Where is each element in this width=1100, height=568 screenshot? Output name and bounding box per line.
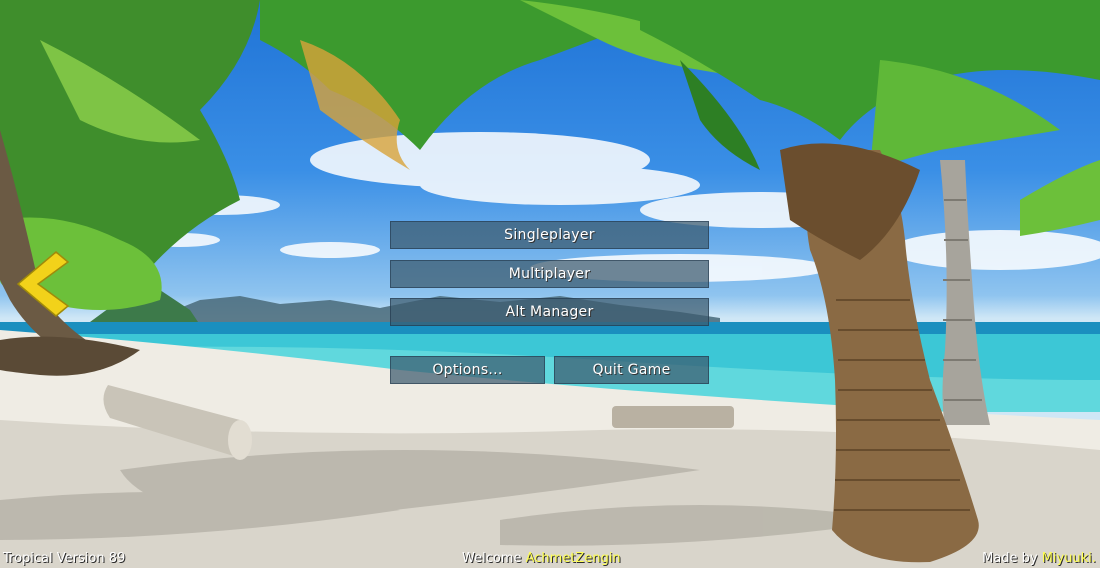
made-by-prefix: Made by	[982, 551, 1038, 566]
singleplayer-button[interactable]: Singleplayer	[390, 221, 709, 249]
welcome-prefix: Welcome	[462, 551, 522, 566]
alt-manager-button[interactable]: Alt Manager	[390, 298, 709, 326]
multiplayer-button[interactable]: Multiplayer	[390, 260, 709, 288]
welcome-message: Welcome AchmetZengin	[462, 551, 621, 566]
author-label: Miyuuki.	[1041, 551, 1096, 566]
username-label: AchmetZengin	[525, 551, 621, 566]
title-screen: Singleplayer Multiplayer Alt Manager Opt…	[0, 0, 1100, 568]
back-chevron-icon[interactable]	[16, 250, 70, 318]
version-label: Tropical Version 89	[3, 551, 126, 566]
credits-label: Made by Miyuuki.	[982, 551, 1096, 566]
quit-game-button[interactable]: Quit Game	[554, 356, 709, 384]
options-button[interactable]: Options...	[390, 356, 545, 384]
